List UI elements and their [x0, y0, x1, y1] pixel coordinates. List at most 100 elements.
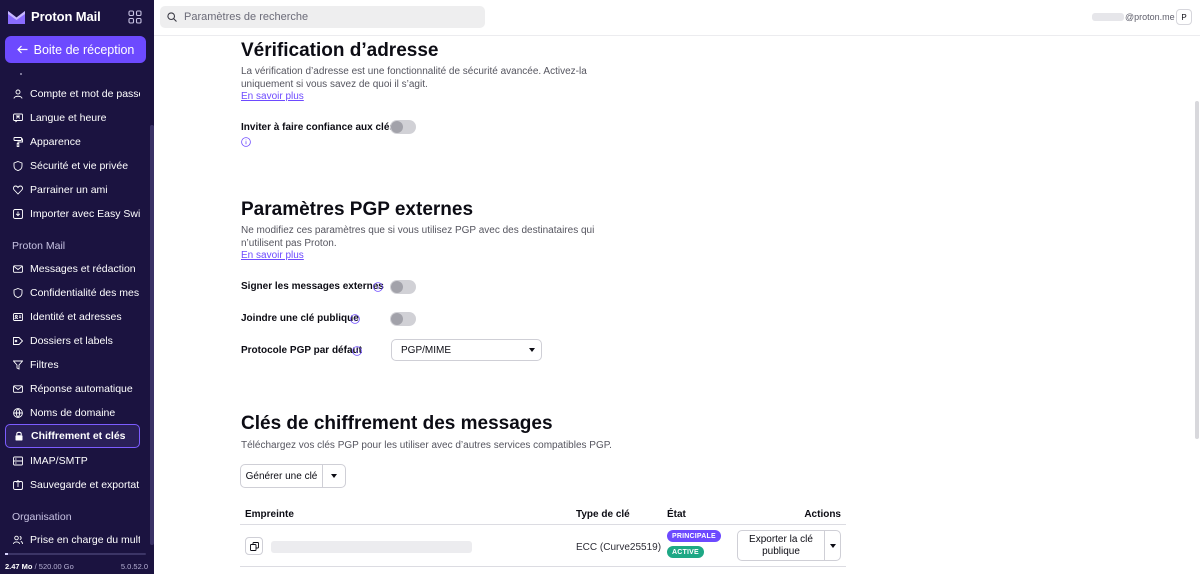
sidebar-item-label: Apparence — [30, 135, 81, 148]
sidebar-item-label: Dossiers et labels — [30, 334, 113, 347]
settings-search[interactable] — [160, 6, 485, 28]
sidebar-item-label: Filtres — [30, 358, 59, 371]
sidebar-item-account[interactable]: Compte et mot de passe — [5, 82, 140, 105]
app-version: 5.0.52.0 — [120, 562, 148, 571]
sidebar-item-referral[interactable]: Parrainer un ami — [5, 178, 140, 201]
chevron-down-icon — [529, 348, 535, 352]
shield-icon — [13, 160, 23, 171]
sidebar-item-auto-reply[interactable]: Réponse automatique — [5, 377, 140, 400]
storage-usage[interactable]: 2.47 Mo / 520.00 Go — [5, 562, 74, 571]
info-icon[interactable] — [373, 282, 383, 292]
sidebar-item-label: Identité et adresses — [30, 310, 122, 323]
message-keys-description: Téléchargez vos clés PGP pour les utilis… — [241, 440, 612, 451]
account-name-redacted — [1092, 13, 1124, 21]
sidebar-item-label: Sécurité et vie privée — [30, 159, 129, 172]
copy-icon — [249, 541, 259, 551]
envelope-icon — [13, 264, 23, 273]
info-icon[interactable] — [350, 314, 360, 324]
key-type-value: ECC (Curve25519) — [576, 542, 662, 553]
app-grid-icon[interactable] — [128, 10, 142, 24]
sidebar-item-label: Chiffrement et clés — [31, 430, 126, 442]
sidebar-item-filters[interactable]: Filtres — [5, 353, 140, 376]
pgp-scheme-value: PGP/MIME — [401, 344, 452, 356]
envelope-arrow-icon — [13, 384, 23, 393]
address-verification-title: Vérification d’adresse — [241, 40, 439, 61]
lock-icon — [15, 431, 23, 441]
sidebar-item-folders-labels[interactable]: Dossiers et labels — [5, 329, 140, 352]
sidebar-item-domains[interactable]: Noms de domaine — [5, 401, 140, 424]
sidebar-item-label: Langue et heure — [30, 111, 107, 124]
sidebar-item-backup-export[interactable]: Sauvegarde et exportat... — [5, 473, 140, 496]
account-email: @proton.me — [1125, 12, 1175, 22]
export-key-button-group: Exporter la clé publique — [737, 530, 841, 561]
column-status: État — [667, 509, 686, 520]
proton-mail-logo[interactable]: Proton Mail — [8, 9, 101, 24]
trust-keys-label: Inviter à faire confiance aux clés — [241, 122, 395, 133]
export-key-dropdown[interactable] — [825, 531, 840, 560]
attach-public-key-toggle[interactable] — [390, 312, 416, 326]
external-pgp-title: Paramètres PGP externes — [241, 199, 474, 220]
sidebar-item-encryption-keys[interactable]: Chiffrement et clés — [5, 424, 140, 448]
address-verification-description: La vérification d’adresse est une foncti… — [241, 66, 587, 90]
primary-badge: PRINCIPALE — [667, 530, 721, 542]
storage-bar-fill — [5, 553, 8, 555]
sidebar-item-label: Sauvegarde et exportat... — [30, 478, 140, 491]
brand-name: Proton Mail — [31, 9, 101, 24]
trust-keys-toggle[interactable] — [390, 120, 416, 134]
nav-section-proton-mail: Proton Mail — [12, 240, 66, 252]
toggle-knob — [391, 313, 403, 325]
generate-key-button[interactable]: Générer une clé — [241, 465, 323, 487]
sidebar-item-label: Prise en charge du mult... — [30, 533, 140, 546]
arrow-left-icon — [16, 45, 28, 54]
heart-icon — [13, 185, 23, 195]
storage-bar — [5, 553, 146, 555]
active-badge: ACTIVE — [667, 546, 704, 558]
column-fingerprint: Empreinte — [245, 509, 294, 520]
sidebar-item-label: IMAP/SMTP — [30, 454, 88, 467]
info-icon[interactable] — [352, 346, 362, 356]
sidebar: Proton Mail Boite de réception Compte et… — [0, 0, 154, 574]
address-verification-learn-more-link[interactable]: En savoir plus — [241, 91, 304, 102]
sidebar-item-label: Importer avec Easy Swi... — [30, 207, 140, 220]
column-actions: Actions — [804, 509, 841, 520]
sidebar-item-easy-switch[interactable]: Importer avec Easy Swi... — [5, 202, 140, 225]
nav-section-organisation: Organisation — [12, 511, 72, 523]
sidebar-scrollbar[interactable] — [150, 125, 154, 545]
sidebar-item-language[interactable]: Langue et heure — [5, 106, 140, 129]
search-input[interactable] — [184, 11, 464, 23]
chevron-down-icon — [829, 543, 836, 548]
sign-external-toggle[interactable] — [390, 280, 416, 294]
page-scrollbar[interactable] — [1195, 101, 1199, 439]
info-icon[interactable] — [241, 137, 251, 147]
settings-nav: Compte et mot de passe Langue et heure A… — [0, 70, 150, 548]
topbar-divider — [154, 35, 1200, 36]
sidebar-item-appearance[interactable]: Apparence — [5, 130, 140, 153]
external-pgp-learn-more-link[interactable]: En savoir plus — [241, 250, 304, 261]
generate-key-dropdown[interactable] — [323, 465, 345, 487]
language-icon — [13, 113, 23, 122]
attach-public-key-label: Joindre une clé publique — [241, 313, 359, 324]
avatar[interactable]: P — [1176, 9, 1192, 25]
account-menu[interactable]: @proton.me — [1092, 12, 1175, 22]
export-icon — [13, 479, 23, 490]
sidebar-item-label: Confidentialité des mes... — [30, 286, 140, 299]
search-icon — [167, 12, 177, 22]
sidebar-item-security[interactable]: Sécurité et vie privée — [5, 154, 140, 177]
back-to-inbox-button[interactable]: Boite de réception — [5, 36, 146, 63]
sidebar-item-label: Noms de domaine — [30, 406, 116, 419]
tags-icon — [13, 336, 23, 345]
keys-table: Empreinte Type de clé État Actions ECC (… — [240, 503, 846, 567]
sidebar-item-multi-user[interactable]: Prise en charge du mult... — [5, 528, 140, 548]
servers-icon — [13, 456, 23, 465]
storage-used: 2.47 Mo — [5, 562, 33, 571]
export-public-key-button[interactable]: Exporter la clé publique — [738, 531, 825, 560]
sidebar-item-messages[interactable]: Messages et rédaction — [5, 257, 140, 280]
sidebar-item-identity[interactable]: Identité et adresses — [5, 305, 140, 328]
sidebar-item-email-privacy[interactable]: Confidentialité des mes... — [5, 281, 140, 304]
shield-icon — [13, 287, 23, 298]
filter-icon — [13, 360, 23, 370]
copy-fingerprint-button[interactable] — [245, 537, 263, 555]
pgp-scheme-select[interactable]: PGP/MIME — [391, 339, 542, 361]
paint-roller-icon — [13, 136, 23, 147]
sidebar-item-imap-smtp[interactable]: IMAP/SMTP — [5, 449, 140, 472]
